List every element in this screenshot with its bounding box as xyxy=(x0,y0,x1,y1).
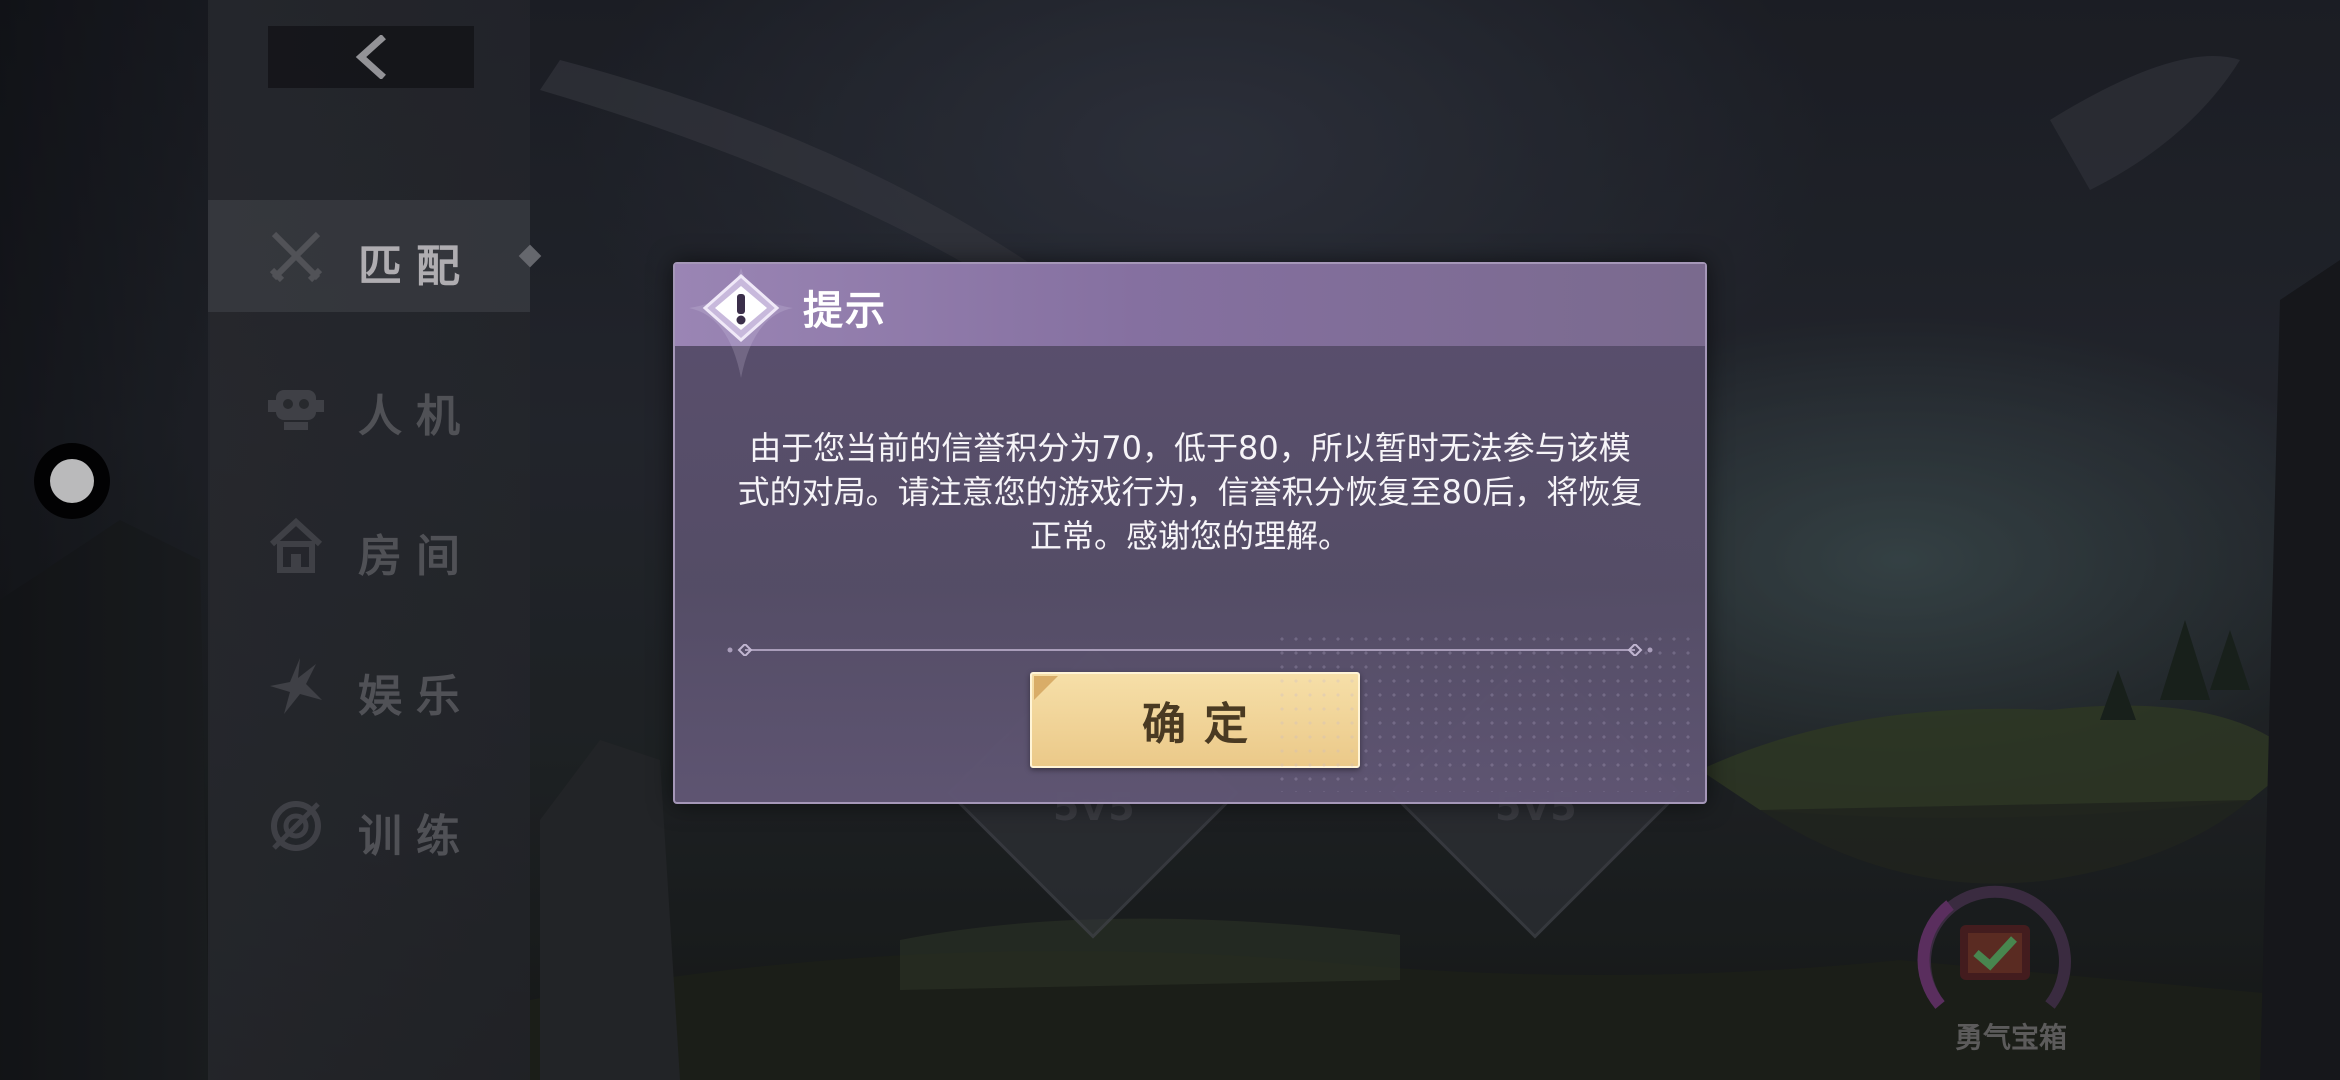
warning-icon xyxy=(689,268,793,378)
dialog-header: 提示 xyxy=(675,264,1705,346)
notice-dialog: 提示 由于您当前的信誉积分为70，低于80，所以暂时无法参与该模式的对局。请注意… xyxy=(673,262,1707,804)
confirm-button[interactable]: 确定 xyxy=(1030,672,1360,768)
dialog-message: 由于您当前的信誉积分为70，低于80，所以暂时无法参与该模式的对局。请注意您的游… xyxy=(737,429,1643,555)
confirm-button-label: 确定 xyxy=(1142,699,1266,750)
dialog-divider xyxy=(727,644,1653,656)
dialog-title: 提示 xyxy=(803,288,887,334)
